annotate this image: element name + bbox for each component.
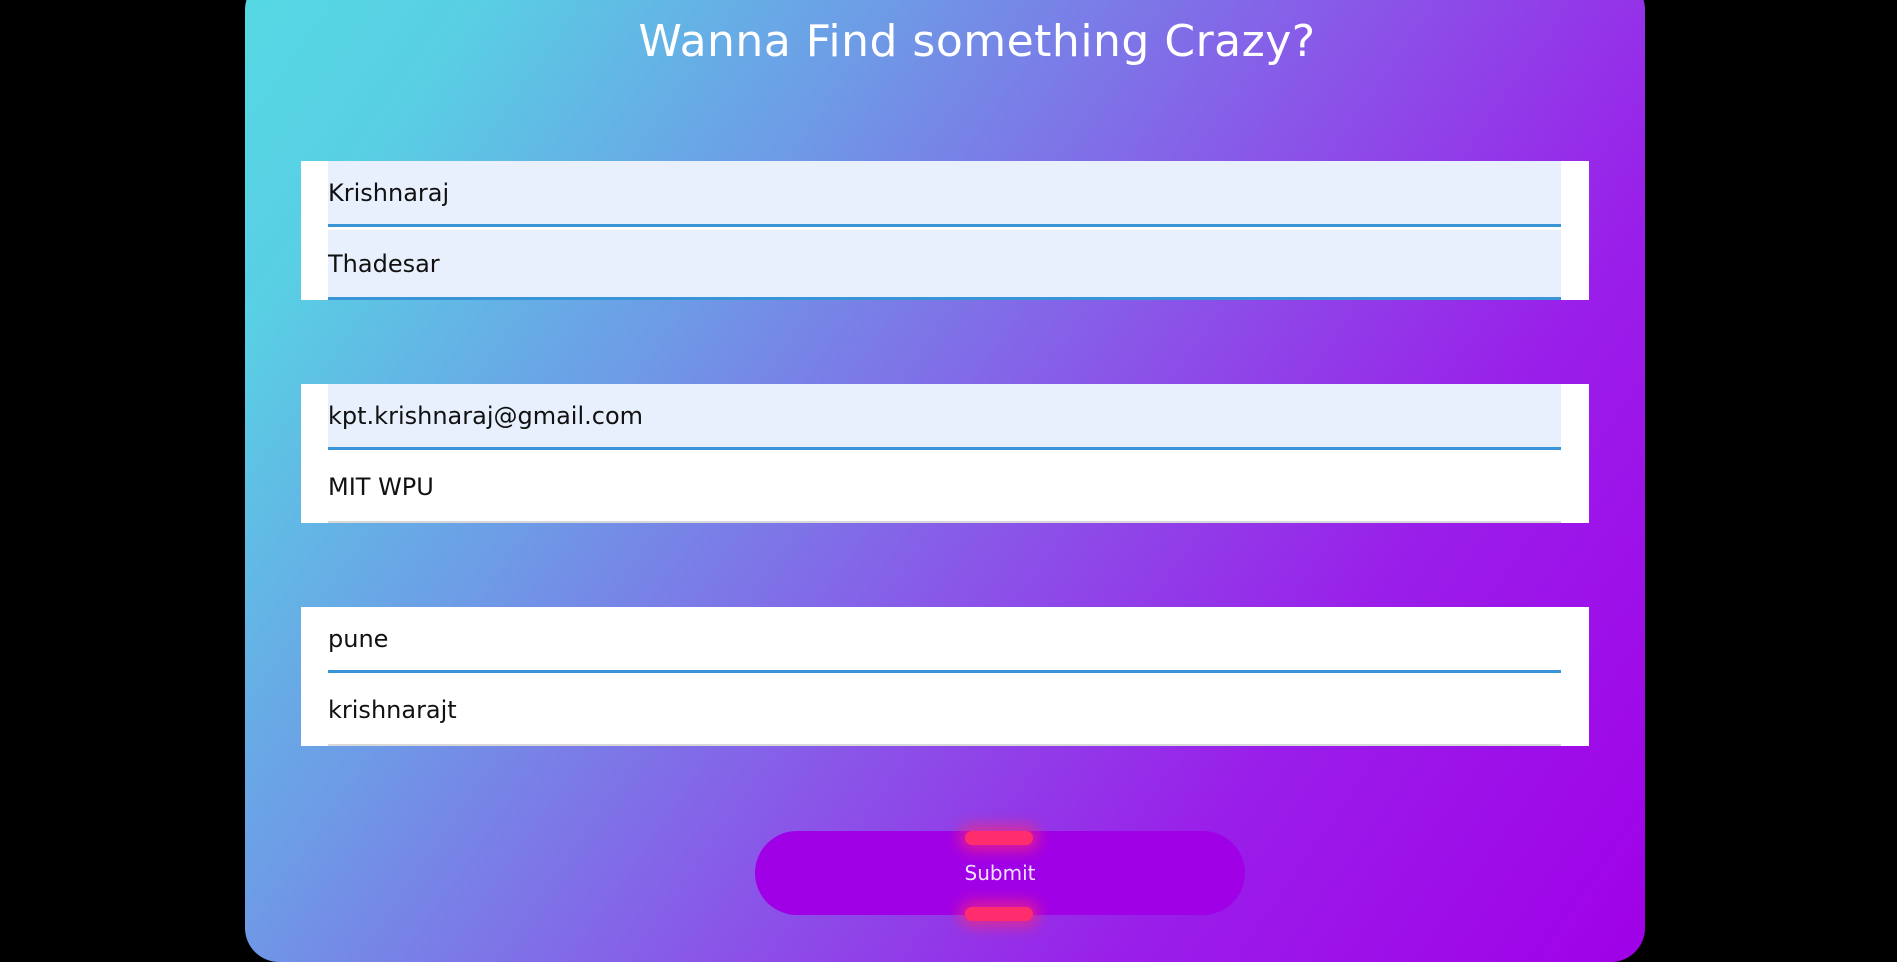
glow-decoration-top — [965, 831, 1033, 845]
submit-label: Submit — [964, 861, 1036, 885]
page-title: Wanna Find something Crazy? — [638, 16, 1316, 67]
contact-section: kpt.krishnaraj@gmail.com MIT WPU — [301, 384, 1589, 607]
first-name-input[interactable]: Krishnaraj — [328, 161, 1561, 227]
last-name-input[interactable]: Thadesar — [328, 230, 1561, 300]
contact-field-group: kpt.krishnaraj@gmail.com MIT WPU — [301, 384, 1589, 523]
location-field-group: pune krishnarajt — [301, 607, 1589, 746]
name-section: Krishnaraj Thadesar — [301, 161, 1589, 384]
username-input[interactable]: krishnarajt — [328, 676, 1561, 746]
name-field-group: Krishnaraj Thadesar — [301, 161, 1589, 300]
email-input[interactable]: kpt.krishnaraj@gmail.com — [328, 384, 1561, 450]
glow-decoration-bottom — [965, 907, 1033, 921]
location-section: pune krishnarajt — [301, 607, 1589, 830]
section-divider — [301, 746, 1589, 830]
section-divider — [301, 300, 1589, 384]
city-input[interactable]: pune — [328, 607, 1561, 673]
section-divider — [301, 523, 1589, 607]
form-card: Wanna Find something Crazy? Krishnaraj T… — [245, 0, 1645, 962]
college-input[interactable]: MIT WPU — [328, 453, 1561, 523]
